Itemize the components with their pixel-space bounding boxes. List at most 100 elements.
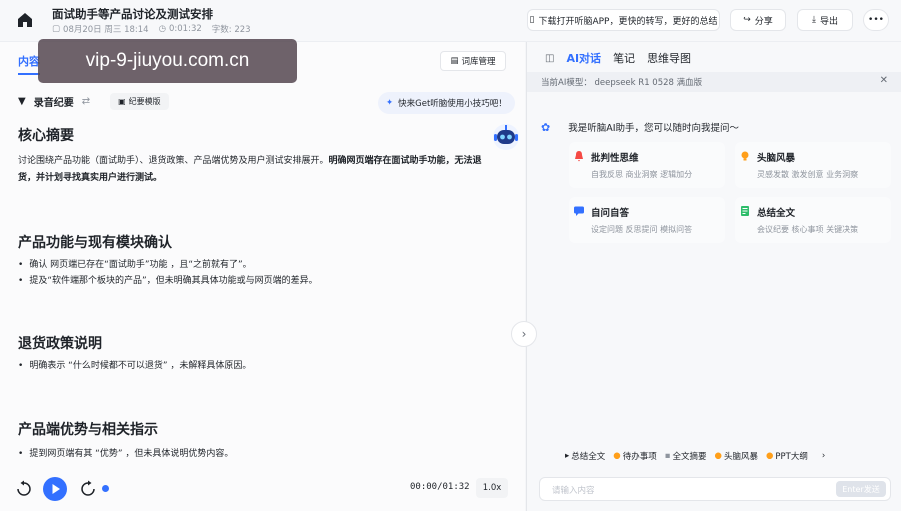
chevron-right-icon: ›	[521, 327, 527, 341]
sparkle-icon: ✦	[386, 98, 394, 108]
quick-action-label: 全文摘要	[672, 452, 707, 462]
card-title: 批判性思维	[591, 153, 639, 164]
download-app-label: 下载打开听脑APP，更快的转写，更好的总结	[538, 16, 718, 27]
chat-input[interactable]	[540, 480, 810, 502]
bullet-item: 提及“软件端那个板块的产品”，但未明确其具体功能或与网页端的差异。	[18, 273, 508, 290]
recording-summary-label[interactable]: 录音纪要	[34, 94, 74, 109]
progress-handle[interactable]	[102, 485, 109, 492]
card-subtitle: 自我反思 商业洞察 逻辑加分	[591, 170, 693, 179]
left-tabs: 内容	[18, 53, 40, 75]
tip-text: 快来Get听脑使用小技巧吧！	[398, 99, 507, 109]
section-heading: 退货政策说明	[18, 336, 102, 352]
bullet-item: 确认 网页端已存在“面试助手”功能 ，且“之前就有了”。	[18, 257, 508, 274]
template-button[interactable]: ▣ 纪要模版	[110, 93, 169, 110]
quick-action-todo[interactable]: ● 待办事项	[613, 450, 656, 462]
speed-button[interactable]: 1.0x	[476, 478, 508, 498]
quick-action-label: PPT大纲	[775, 452, 808, 462]
model-bar: 当前AI模型： deepseek R1 0528 满血版 ✕	[527, 72, 901, 92]
send-button[interactable]: Enter发送	[836, 481, 886, 497]
recording-summary-row: ▼ 录音纪要 ⇄ ▣ 纪要模版	[18, 93, 169, 110]
summary-icon: ▸	[565, 451, 570, 461]
tab-notes[interactable]: 笔记	[613, 50, 635, 66]
transcript-panel: 内容 ▤ 词库管理 ▼ 录音纪要 ⇄ ▣ 纪要模版 ✦ 快来Get听脑使用小技巧…	[0, 42, 525, 511]
vocabulary-button[interactable]: ▤ 词库管理	[440, 51, 506, 71]
play-icon	[52, 484, 60, 494]
prompt-card-summary[interactable]: 总结全文 会议纪要 核心事项 关键决策	[735, 197, 891, 243]
chat-input-box: Enter发送	[539, 477, 891, 502]
phone-icon: ▯	[529, 15, 535, 25]
document-icon	[741, 206, 749, 216]
right-tabs: ◫ AI对话 笔记 思维导图	[545, 50, 691, 66]
sidebar-toggle-icon[interactable]: ◫	[545, 53, 554, 64]
assistant-robot-icon[interactable]	[490, 120, 522, 152]
lightbulb-icon	[741, 151, 749, 161]
ppt-icon: ●	[765, 451, 774, 461]
chat-bubble-icon	[574, 206, 584, 216]
download-app-button[interactable]: ▯ 下载打开听脑APP，更快的转写，更好的总结	[527, 9, 720, 31]
section-heading: 产品端优势与相关指示	[18, 422, 158, 438]
chevron-right-icon[interactable]: ›	[822, 451, 825, 461]
tab-ai-chat[interactable]: AI对话	[566, 50, 601, 66]
brainstorm-icon: ●	[714, 451, 722, 461]
prompt-card-brainstorm[interactable]: 头脑风暴 灵感发散 激发创意 业务洞察	[735, 142, 891, 188]
audio-player: 00:00/01:32 1.0x	[0, 468, 525, 511]
home-icon[interactable]	[16, 11, 34, 29]
quick-action-brainstorm[interactable]: ● 头脑风暴	[715, 450, 758, 462]
ai-panel: ◫ AI对话 笔记 思维导图 当前AI模型： deepseek R1 0528 …	[526, 42, 901, 511]
card-title: 头脑风暴	[757, 153, 796, 164]
quick-action-label: 头脑风暴	[723, 452, 758, 462]
export-button[interactable]: ⤓ 导出	[797, 9, 853, 31]
todo-icon: ●	[613, 451, 621, 461]
export-label: 导出	[819, 16, 838, 27]
caret-down-icon[interactable]: ▼	[18, 96, 26, 107]
card-title: 自问自答	[591, 208, 630, 219]
collapse-panel-button[interactable]: ›	[511, 321, 537, 347]
swap-icon[interactable]: ⇄	[82, 96, 90, 107]
word-count: 字数: 223	[211, 25, 251, 35]
quick-action-label: 总结全文	[571, 452, 606, 462]
template-icon: ▣	[118, 97, 126, 106]
document-date: 08月20日 周三 18:14	[63, 25, 149, 35]
card-title: 总结全文	[757, 208, 796, 219]
more-icon: •••	[868, 15, 884, 25]
bullet-item: 提到网页端有其 “优势” ，但未具体说明优势内容。	[18, 446, 508, 463]
tip-bubble[interactable]: ✦ 快来Get听脑使用小技巧吧！	[378, 92, 515, 114]
summary-paragraph: 讨论围绕产品功能（面试助手）、退货政策、产品端优势及用户测试安排展开。明确网页端…	[18, 153, 488, 187]
bell-icon	[575, 151, 583, 162]
share-icon: ↪	[743, 15, 751, 25]
template-label: 纪要模版	[128, 97, 161, 106]
section-heading: 产品功能与现有模块确认	[18, 235, 172, 251]
card-subtitle: 会议纪要 核心事项 关键决策	[757, 225, 859, 234]
close-icon[interactable]: ✕	[880, 75, 888, 86]
quick-action-ppt[interactable]: ● PPT大纲	[766, 450, 808, 462]
quick-actions: ▸ 总结全文 ● 待办事项 ▪ 全文摘要 ● 头脑风暴 ● PPT大纲 ›	[565, 450, 825, 462]
play-button[interactable]	[43, 477, 67, 501]
prompt-card-self-qa[interactable]: 自问自答 设定问题 反思提问 模拟问答	[569, 197, 725, 243]
forward-icon[interactable]	[79, 480, 97, 498]
calendar-icon: ▢	[52, 24, 61, 34]
clock-icon: ◷	[158, 24, 166, 34]
share-label: 分享	[754, 16, 773, 27]
summary-plain-text: 讨论围绕产品功能（面试助手）、退货政策、产品端优势及用户测试安排展开。	[18, 156, 329, 166]
prompt-card-critical-thinking[interactable]: 批判性思维 自我反思 商业洞察 逻辑加分	[569, 142, 725, 188]
document-duration: 0:01:32	[169, 24, 202, 34]
card-subtitle: 设定问题 反思提问 模拟问答	[591, 225, 693, 234]
model-label: 当前AI模型： deepseek R1 0528 满血版	[541, 78, 703, 88]
document-meta: ▢ 08月20日 周三 18:14 ◷ 0:01:32 字数: 223	[52, 23, 251, 35]
tab-mind-map[interactable]: 思维导图	[647, 50, 691, 66]
bullet-item: 明确表示 “什么时候都不可以退货” ，未解释具体原因。	[18, 358, 508, 375]
quick-action-label: 待办事项	[622, 452, 657, 462]
share-button[interactable]: ↪ 分享	[730, 9, 786, 31]
greeting-text: 我是听脑AI助手，您可以随时向我提问～	[568, 123, 740, 134]
rewind-icon[interactable]	[15, 480, 33, 498]
tab-content[interactable]: 内容	[18, 53, 40, 75]
assistant-avatar-icon: ✿	[541, 120, 551, 134]
document-title: 面试助手等产品讨论及测试安排	[52, 7, 213, 21]
quick-action-abstract[interactable]: ▪ 全文摘要	[665, 450, 707, 462]
more-button[interactable]: •••	[863, 9, 889, 31]
book-icon: ▤	[450, 56, 459, 66]
top-bar: 面试助手等产品讨论及测试安排 ▢ 08月20日 周三 18:14 ◷ 0:01:32…	[0, 0, 901, 42]
quick-action-summary[interactable]: ▸ 总结全文	[565, 450, 605, 462]
watermark: vip-9-jiuyou.com.cn	[38, 39, 297, 83]
section-heading: 核心摘要	[18, 128, 74, 144]
